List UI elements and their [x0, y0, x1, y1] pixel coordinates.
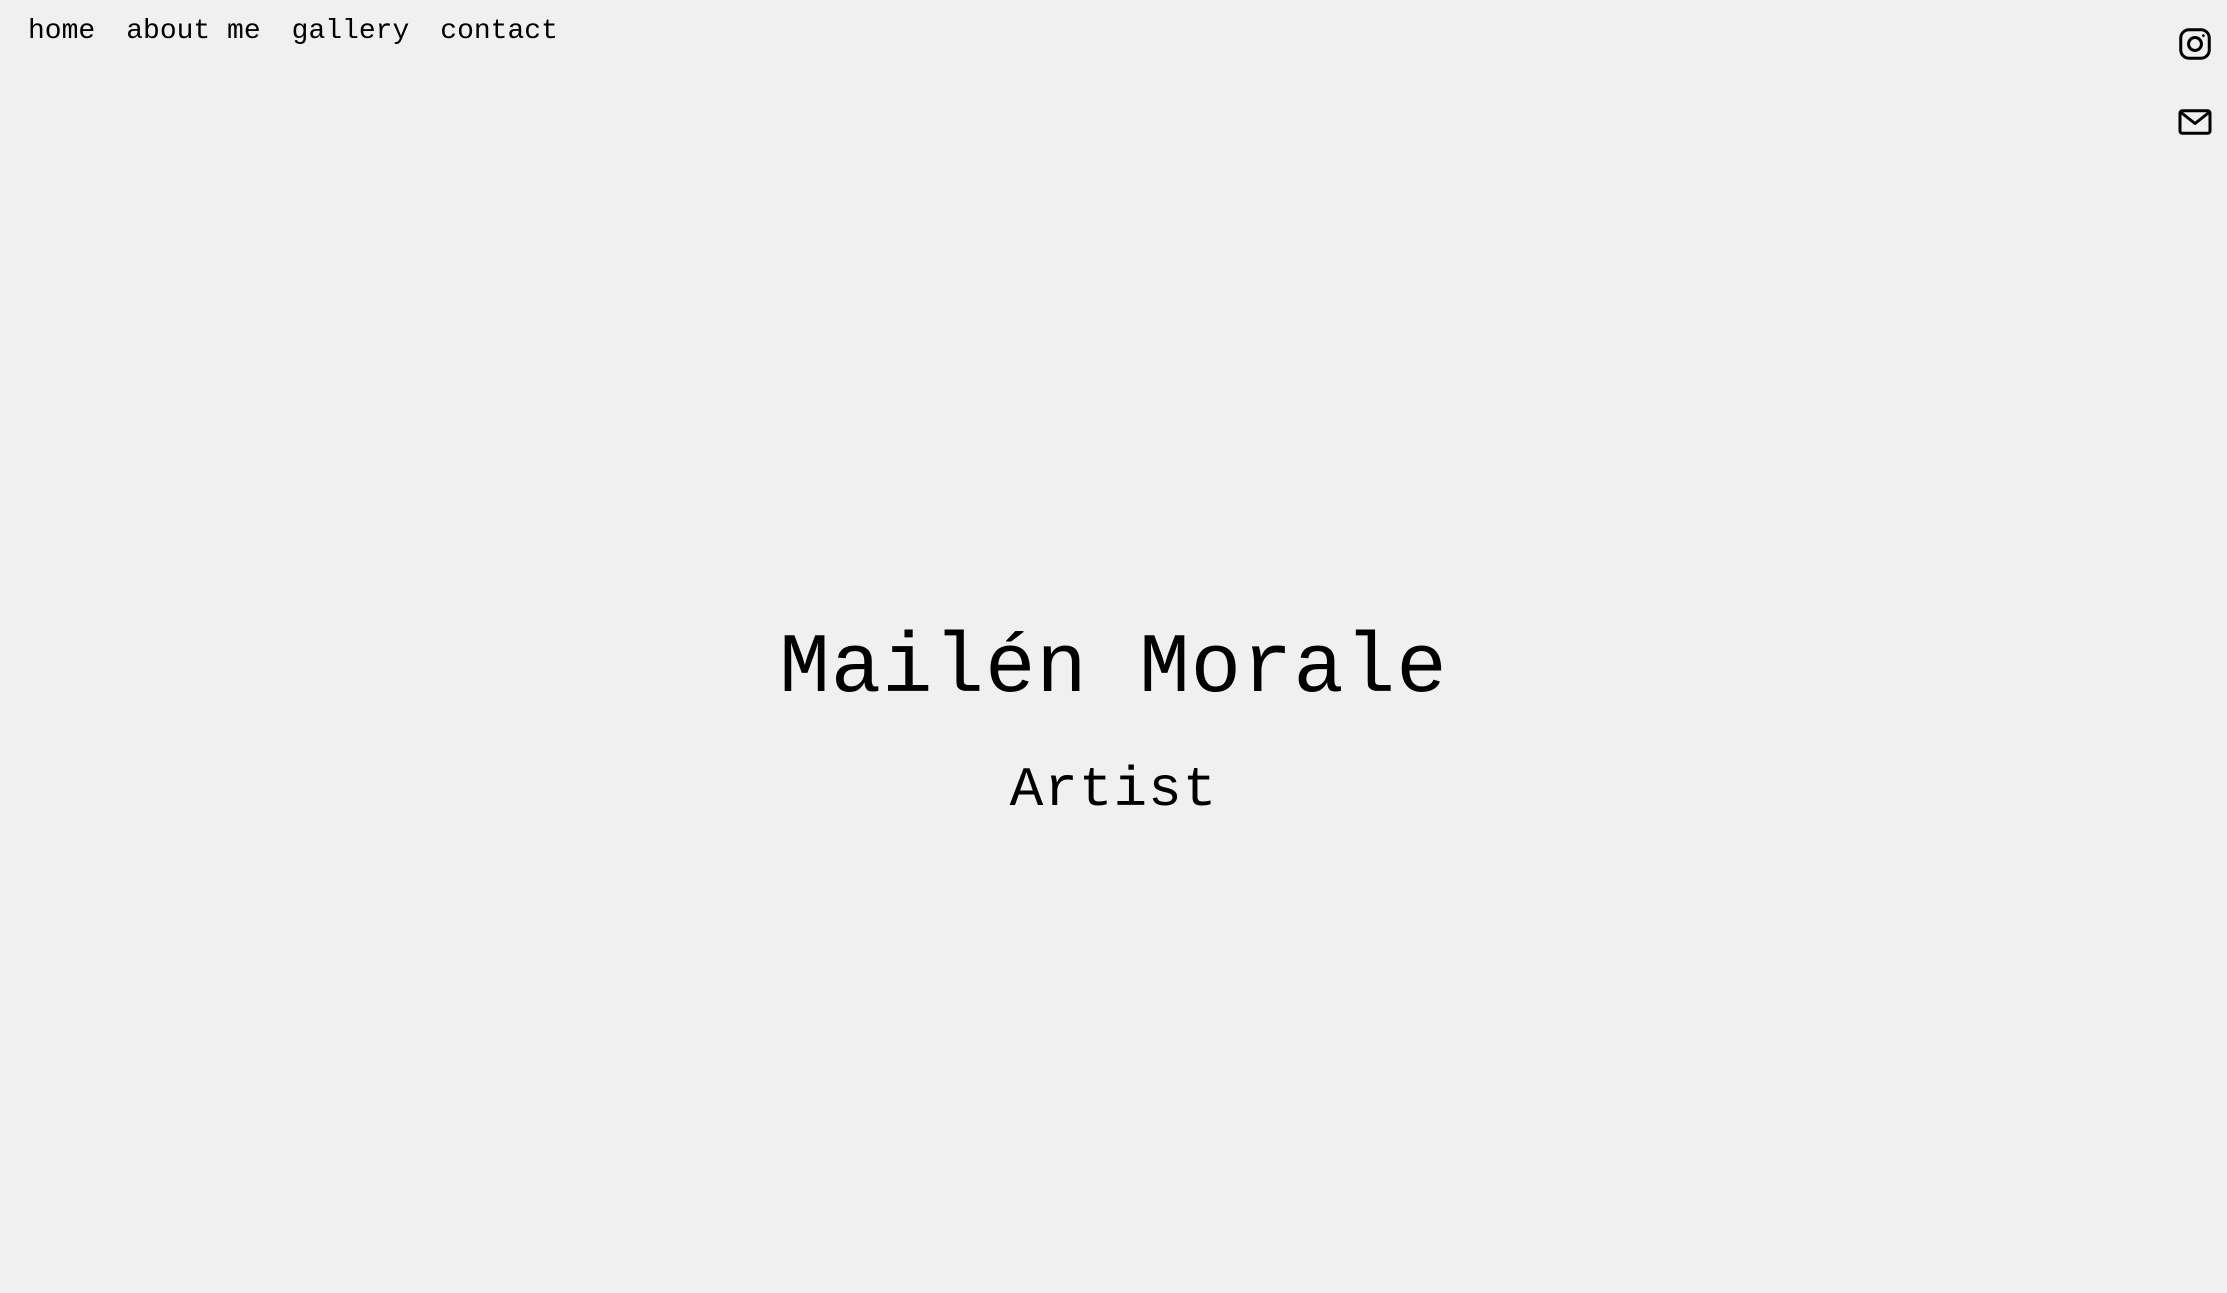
main-nav: home about me gallery contact [28, 12, 558, 52]
hero: Mailén Morale Artist [0, 618, 2227, 822]
page: home about me gallery contact Mailén Mor… [0, 0, 2227, 1293]
instagram-link[interactable] [2177, 26, 2213, 62]
nav-contact-link[interactable]: contact [440, 12, 558, 52]
artist-name: Mailén Morale [779, 622, 1448, 717]
artist-role: Artist [1009, 758, 1218, 822]
mail-link[interactable] [2177, 104, 2213, 140]
mail-icon [2178, 109, 2212, 135]
nav-about-link[interactable]: about me [126, 12, 260, 52]
instagram-icon [2179, 28, 2211, 60]
nav-home-link[interactable]: home [28, 12, 95, 52]
social-links [2177, 26, 2213, 140]
nav-gallery-link[interactable]: gallery [292, 12, 410, 52]
